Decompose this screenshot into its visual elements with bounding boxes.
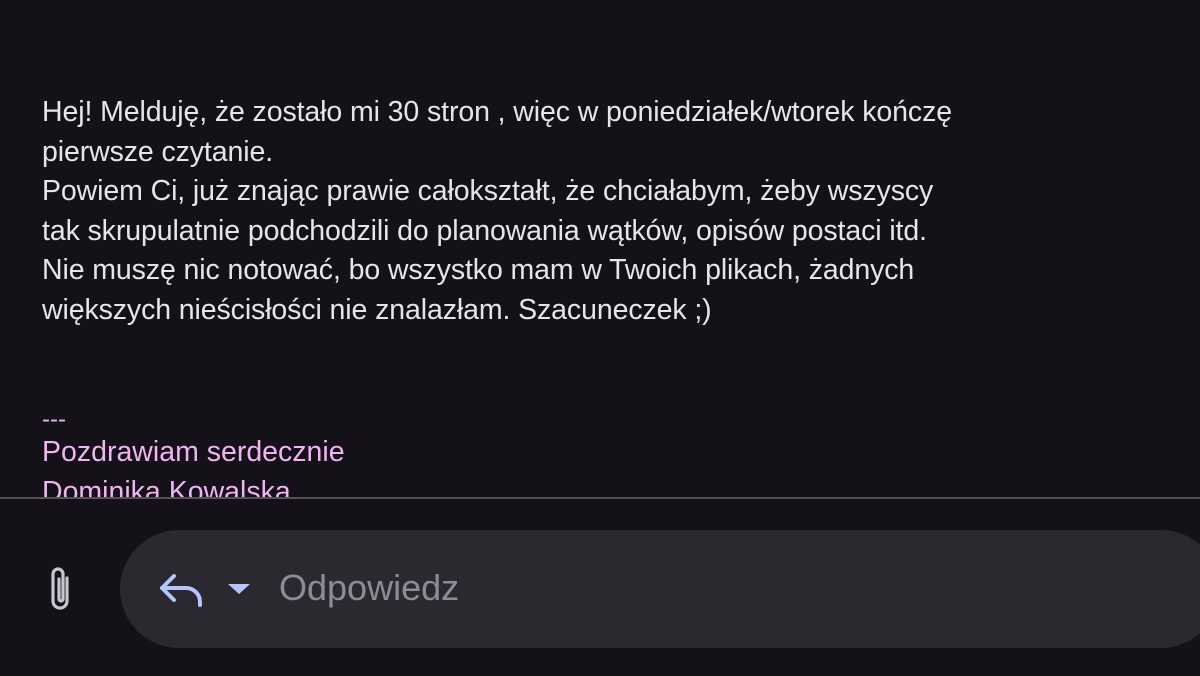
paperclip-icon <box>51 567 69 610</box>
message-line: Powiem Ci, już znając prawie całokształt… <box>42 175 934 207</box>
message-line: Hej! Melduję, że zostało mi 30 stron , w… <box>42 96 952 128</box>
message-line: tak skrupulatnie podchodzili do planowan… <box>42 214 927 247</box>
dropdown-triangle-icon[interactable] <box>224 576 254 600</box>
message-body: Hej! Melduję, że zostało mi 30 stron , w… <box>42 0 1172 497</box>
signature-separator: --- <box>42 406 66 433</box>
reply-placeholder[interactable]: Odpowiedz <box>279 566 459 610</box>
message-text: Hej! Melduję, że zostało mi 30 stron , w… <box>42 93 952 330</box>
message-line: Nie muszę nic notować, bo wszystko mam w… <box>42 254 915 286</box>
attach-button[interactable] <box>38 560 82 620</box>
signature-greeting: Pozdrawiam serdecznie <box>42 436 345 468</box>
reply-arrow-icon[interactable] <box>156 568 206 608</box>
message-line: pierwsze czytanie. <box>42 135 274 168</box>
email-signature: --- Pozdrawiam serdecznie Dominika Kowal… <box>42 406 345 498</box>
signature-name: Dominika Kowalska <box>42 475 291 498</box>
message-line: większych nieścisłości nie znalazłam. Sz… <box>42 293 712 326</box>
email-screen: Hej! Melduję, że zostało mi 30 stron , w… <box>0 0 1200 676</box>
